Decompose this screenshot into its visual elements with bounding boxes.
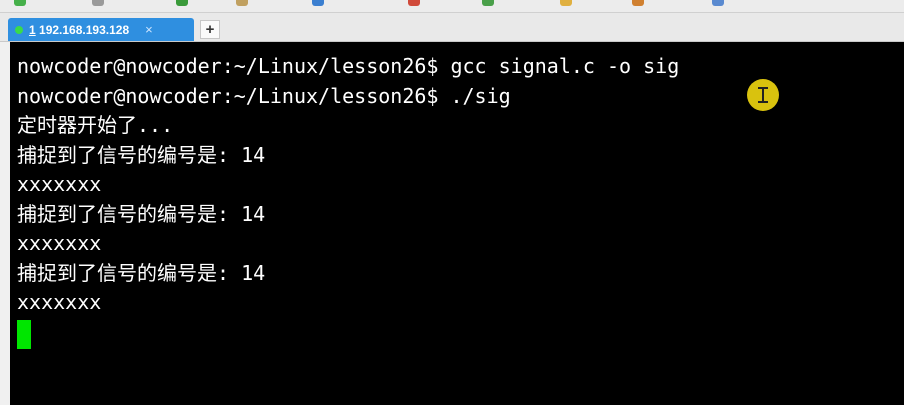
- terminal-line: 捕捉到了信号的编号是: 14: [17, 260, 266, 285]
- toolbar-icon[interactable]: [236, 0, 248, 6]
- terminal-cursor: [17, 320, 31, 349]
- terminal-view[interactable]: nowcoder@nowcoder:~/Linux/lesson26$ gcc …: [10, 42, 904, 405]
- close-icon[interactable]: ×: [145, 22, 153, 37]
- terminal-line: 捕捉到了信号的编号是: 14: [17, 201, 266, 226]
- terminal-line: nowcoder@nowcoder:~/Linux/lesson26$ ./si…: [17, 83, 511, 108]
- toolbar-icon[interactable]: [712, 0, 724, 6]
- toolbar-icon[interactable]: [312, 0, 324, 6]
- tab-session[interactable]: 1 192.168.193.128 ×: [8, 18, 194, 41]
- tab-strip: 1 192.168.193.128 × +: [0, 13, 904, 42]
- toolbar-icon[interactable]: [408, 0, 420, 6]
- terminal-line: xxxxxxx: [17, 231, 102, 255]
- toolbar-icon[interactable]: [632, 0, 644, 6]
- toolbar-icon[interactable]: [482, 0, 494, 6]
- terminal-line: xxxxxxx: [17, 172, 102, 196]
- new-tab-button[interactable]: +: [200, 20, 220, 39]
- terminal-output: nowcoder@nowcoder:~/Linux/lesson26$ gcc …: [17, 52, 679, 318]
- terminal-line: 捕捉到了信号的编号是: 14: [17, 142, 266, 167]
- text-cursor-icon: [747, 79, 779, 111]
- tab-label: 1 192.168.193.128: [29, 23, 129, 37]
- tab-number: 1: [29, 22, 36, 37]
- terminal-line: 定时器开始了...: [17, 113, 174, 137]
- toolbar-icon[interactable]: [560, 0, 572, 6]
- toolbar: [0, 0, 904, 13]
- ibeam-glyph: [757, 86, 769, 104]
- toolbar-icon[interactable]: [14, 0, 26, 6]
- toolbar-icon[interactable]: [92, 0, 104, 6]
- status-dot-icon: [15, 25, 23, 34]
- toolbar-icon[interactable]: [176, 0, 188, 6]
- tab-host: 192.168.193.128: [39, 22, 130, 37]
- terminal-line: xxxxxxx: [17, 290, 102, 314]
- terminal-line: nowcoder@nowcoder:~/Linux/lesson26$ gcc …: [17, 54, 680, 78]
